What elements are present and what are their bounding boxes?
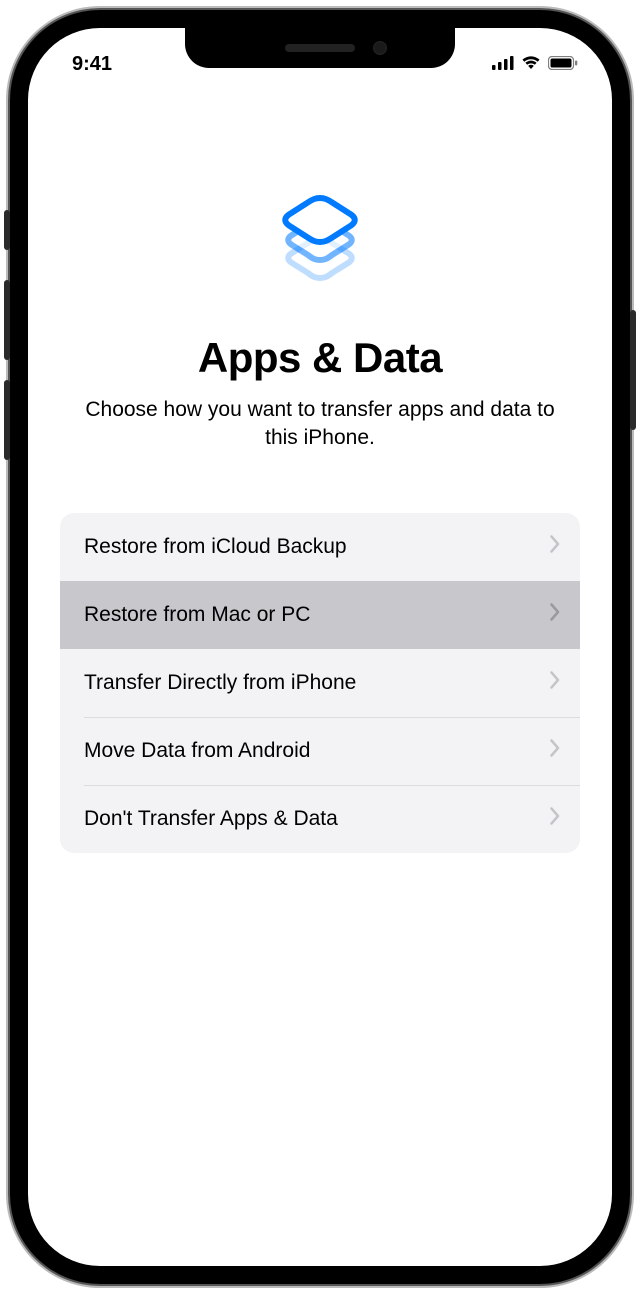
option-label: Restore from iCloud Backup	[84, 535, 347, 559]
battery-icon	[548, 53, 578, 76]
wifi-icon	[520, 53, 542, 76]
screen: 9:41	[28, 28, 612, 1266]
volume-up-button	[4, 280, 10, 360]
option-label: Don't Transfer Apps & Data	[84, 807, 338, 831]
chevron-right-icon	[550, 671, 560, 695]
option-label: Transfer Directly from iPhone	[84, 671, 356, 695]
page-subtitle: Choose how you want to transfer apps and…	[60, 396, 580, 453]
chevron-right-icon	[550, 603, 560, 627]
status-indicators	[492, 53, 578, 76]
options-list: Restore from iCloud Backup Restore from …	[60, 513, 580, 853]
speaker-grill	[285, 44, 355, 52]
apps-data-stack-icon	[260, 178, 380, 298]
setup-content: Apps & Data Choose how you want to trans…	[28, 28, 612, 853]
notch	[185, 28, 455, 68]
mute-switch	[4, 210, 10, 250]
chevron-right-icon	[550, 807, 560, 831]
option-move-android[interactable]: Move Data from Android	[60, 717, 580, 785]
volume-down-button	[4, 380, 10, 460]
iphone-device-frame: 9:41	[10, 10, 630, 1284]
option-restore-icloud[interactable]: Restore from iCloud Backup	[60, 513, 580, 581]
power-button	[630, 310, 636, 430]
page-title: Apps & Data	[60, 334, 580, 382]
option-label: Move Data from Android	[84, 739, 310, 763]
option-transfer-iphone[interactable]: Transfer Directly from iPhone	[60, 649, 580, 717]
option-restore-mac-pc[interactable]: Restore from Mac or PC	[60, 581, 580, 649]
status-time: 9:41	[72, 53, 112, 76]
cellular-icon	[492, 53, 514, 76]
front-camera	[373, 41, 387, 55]
option-label: Restore from Mac or PC	[84, 603, 310, 627]
chevron-right-icon	[550, 739, 560, 763]
chevron-right-icon	[550, 535, 560, 559]
option-dont-transfer[interactable]: Don't Transfer Apps & Data	[60, 785, 580, 853]
